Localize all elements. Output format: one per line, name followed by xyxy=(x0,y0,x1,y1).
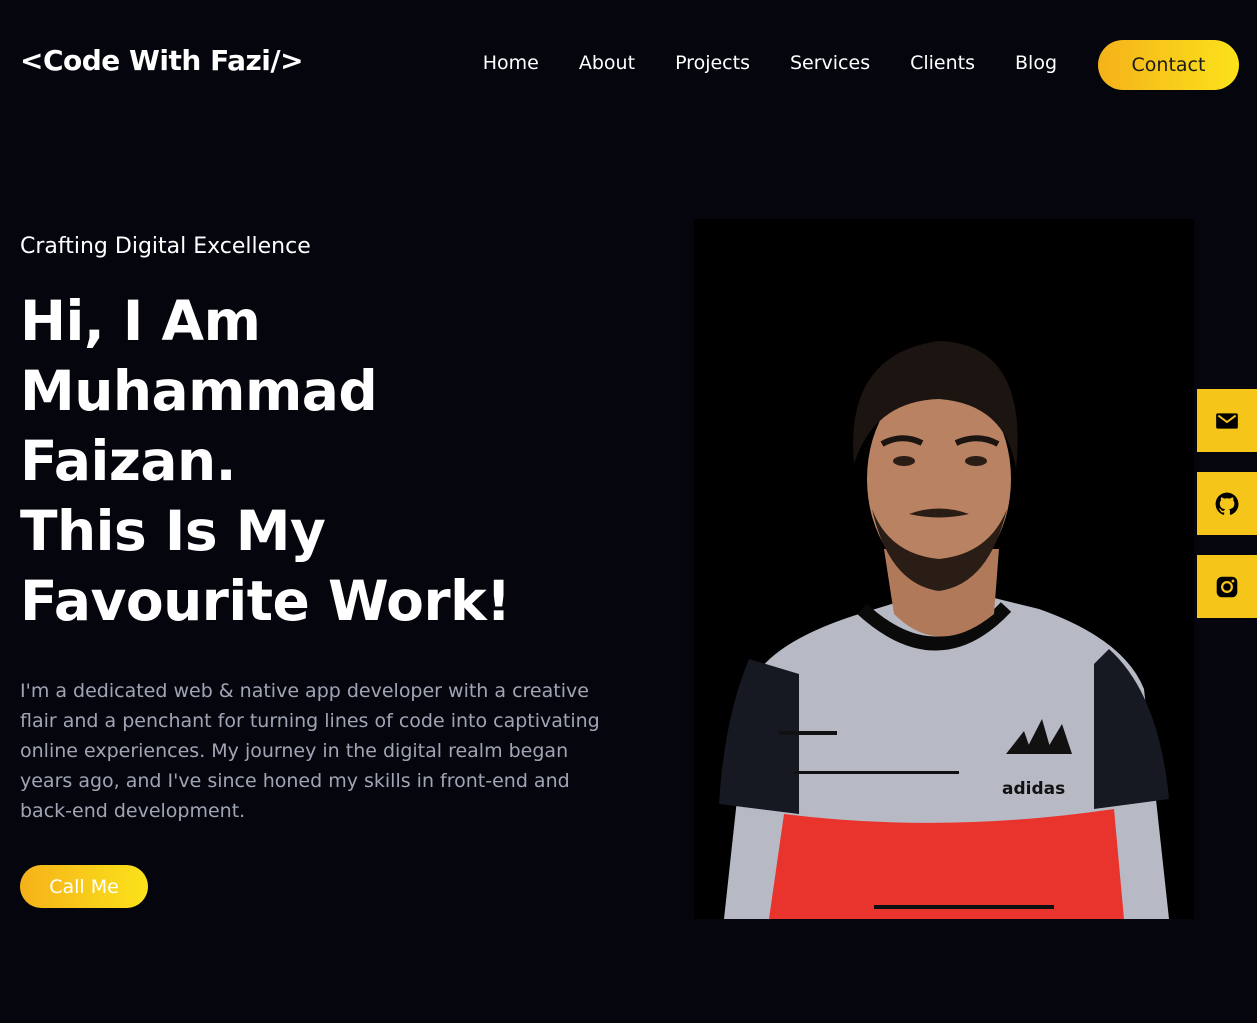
headline-line: Faizan. xyxy=(20,429,237,493)
mail-link[interactable] xyxy=(1197,389,1257,452)
headline-line: Muhammad xyxy=(20,359,378,423)
main-nav: Home About Projects Services Clients Blo… xyxy=(483,52,1057,74)
hero-intro: I'm a dedicated web & native app develop… xyxy=(20,680,600,822)
instagram-icon xyxy=(1216,576,1238,597)
mail-icon xyxy=(1216,412,1238,429)
headline-line: This Is My xyxy=(20,499,326,563)
github-link[interactable] xyxy=(1197,472,1257,535)
contact-button[interactable]: Contact xyxy=(1098,40,1239,90)
nav-projects[interactable]: Projects xyxy=(675,52,750,74)
call-me-button[interactable]: Call Me xyxy=(20,865,148,908)
github-icon xyxy=(1215,492,1239,515)
portfolio-page: <Code With Fazi/> Home About Projects Se… xyxy=(0,0,1257,1023)
social-links xyxy=(1197,389,1257,618)
nav-blog[interactable]: Blog xyxy=(1015,52,1057,74)
profile-photo-illustration: adidas xyxy=(719,341,1169,919)
hero-tagline: Crafting Digital Excellence xyxy=(20,234,311,259)
nav-clients[interactable]: Clients xyxy=(910,52,975,74)
headline-line: Hi, I Am xyxy=(20,289,261,353)
hero-headline: Hi, I Am Muhammad Faizan. This Is My Fav… xyxy=(20,286,640,636)
headline-line: Favourite Work! xyxy=(20,569,511,633)
instagram-link[interactable] xyxy=(1197,555,1257,618)
nav-services[interactable]: Services xyxy=(790,52,870,74)
nav-home[interactable]: Home xyxy=(483,52,539,74)
site-logo[interactable]: <Code With Fazi/> xyxy=(20,44,304,77)
nav-about[interactable]: About xyxy=(579,52,635,74)
profile-photo: adidas xyxy=(694,219,1194,919)
shirt-brand-text: adidas xyxy=(1002,779,1065,799)
